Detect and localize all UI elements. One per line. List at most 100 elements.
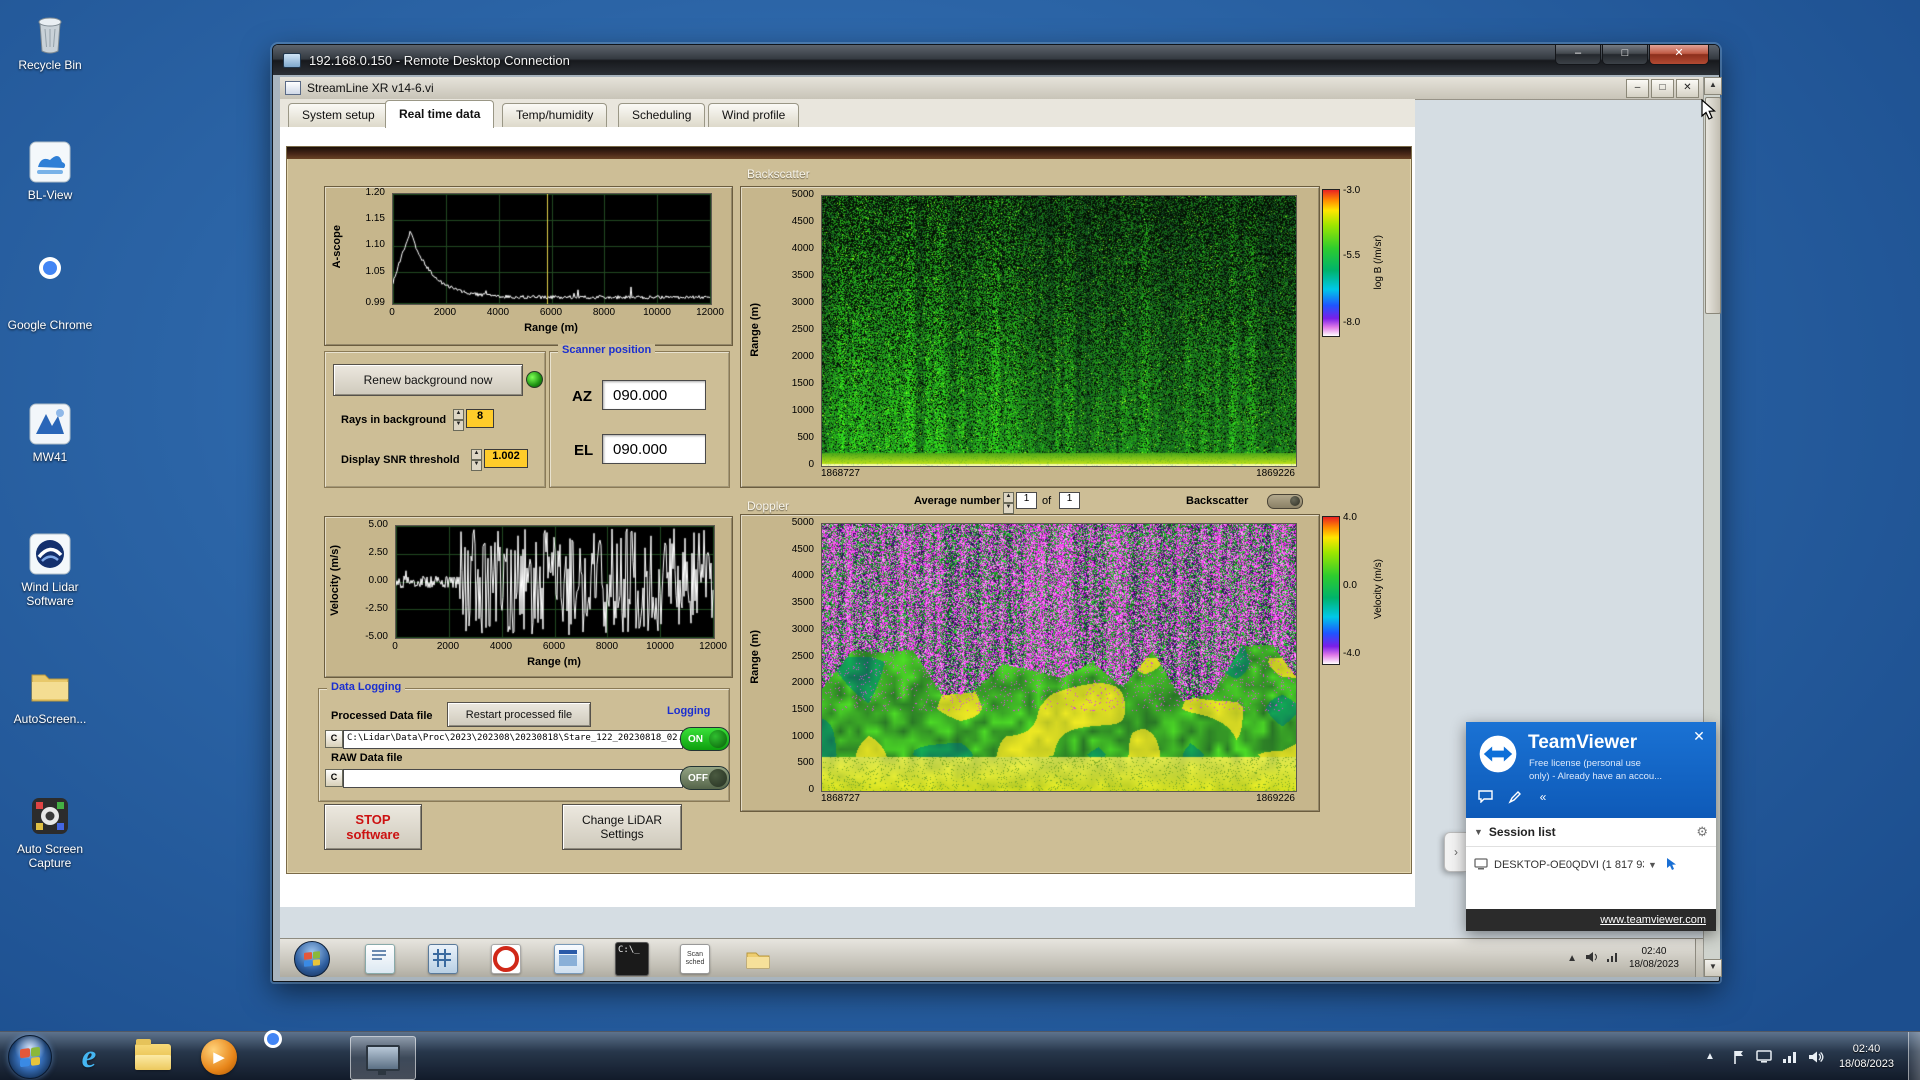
remote-app-grid[interactable] <box>423 942 463 975</box>
snr-threshold-field[interactable]: 1.002 <box>484 449 528 468</box>
drive-icon[interactable]: C <box>325 730 343 748</box>
taskbar-chrome[interactable] <box>268 1036 314 1078</box>
backscatter-toggle-label: Backscatter <box>1186 495 1248 507</box>
stop-software-button[interactable]: STOP software <box>324 804 422 850</box>
collapse-icon[interactable]: « <box>1532 790 1554 804</box>
doppler-section-title: Doppler <box>747 499 789 513</box>
taskbar-file-explorer[interactable] <box>130 1036 176 1078</box>
teamviewer-close-icon[interactable]: ✕ <box>1690 728 1708 745</box>
volume-icon[interactable] <box>1808 1050 1824 1064</box>
tick-label: 2500 <box>792 324 814 335</box>
raw-logging-toggle[interactable]: OFF <box>680 766 730 790</box>
computer-icon <box>1474 858 1488 873</box>
teamviewer-logo-icon <box>1478 734 1518 774</box>
desktop-icon-google-chrome[interactable]: Google Chrome <box>4 268 96 333</box>
tab-system-setup[interactable]: System setup <box>288 103 389 127</box>
snr-threshold-label: Display SNR threshold <box>341 454 460 466</box>
backscatter-colorbar: -3.0 -5.5 -8.0 log B (/m/sr) <box>1322 189 1392 335</box>
background-led <box>526 371 543 388</box>
remote-desktop-icon <box>283 53 301 68</box>
desktop-icon-mw41[interactable]: MW41 <box>4 400 96 465</box>
annotate-icon[interactable] <box>1504 790 1526 807</box>
hidden-icons-caret[interactable]: ▲ <box>1705 1051 1715 1062</box>
session-computer-entry[interactable]: DESKTOP-OE0QDVI (1 817 937 ▼ <box>1466 850 1716 880</box>
maximize-button[interactable]: □ <box>1602 45 1648 65</box>
taskbar-remote-desktop-active[interactable] <box>350 1036 416 1080</box>
volume-icon[interactable] <box>1585 951 1598 966</box>
average-number-field[interactable]: 1 <box>1016 492 1037 509</box>
tick-label: 4500 <box>792 216 814 227</box>
ascope-y-ticks: 1.20 1.15 1.10 1.05 0.99 <box>352 193 388 303</box>
remote-app-power[interactable] <box>486 942 526 975</box>
scroll-up-button[interactable]: ▲ <box>1704 77 1722 95</box>
app-close-button[interactable]: ✕ <box>1676 79 1699 98</box>
network-icon[interactable] <box>1782 1050 1798 1064</box>
remote-show-desktop-button[interactable] <box>1695 939 1703 977</box>
remote-app-notepad[interactable] <box>360 942 400 975</box>
restart-processed-file-button[interactable]: Restart processed file <box>447 702 591 727</box>
app-titlebar[interactable]: StreamLine XR v14-6.vi – □ ✕ <box>280 77 1703 100</box>
raw-path-field[interactable] <box>343 769 683 788</box>
snr-spinner[interactable]: ▲ ▼ <box>471 449 482 471</box>
network-icon[interactable] <box>1606 951 1619 966</box>
desktop-icon-bl-view[interactable]: BL-View <box>4 138 96 203</box>
tick-label: -2.50 <box>365 603 388 614</box>
gear-icon[interactable]: ⚙ <box>1696 824 1708 840</box>
remote-app-terminal[interactable]: C:\_ <box>612 942 652 975</box>
session-list-row[interactable]: ▼ Session list ⚙ <box>1466 818 1716 847</box>
tick-label: 4000 <box>478 307 518 318</box>
teamviewer-website-link[interactable]: www.teamviewer.com <box>1600 914 1706 926</box>
tab-real-time-data[interactable]: Real time data <box>385 100 494 128</box>
desktop-icon-autoscreen[interactable]: AutoScreen... <box>4 662 96 727</box>
remote-connect-cursor-icon[interactable] <box>1665 857 1678 874</box>
taskbar-internet-explorer[interactable]: e <box>66 1036 112 1078</box>
desktop-icon-auto-screen-capture[interactable]: Auto Screen Capture <box>4 792 96 871</box>
desktop-icon-recycle-bin[interactable]: Recycle Bin <box>4 8 96 73</box>
taskbar-clock[interactable]: 02:40 18/08/2023 <box>1839 1042 1894 1072</box>
remote-start-button[interactable] <box>294 941 330 977</box>
rays-in-background-field[interactable]: 8 <box>466 409 494 428</box>
minimize-button[interactable]: – <box>1555 45 1601 65</box>
tick-label: 1.15 <box>366 213 385 224</box>
scroll-down-button[interactable]: ▼ <box>1704 959 1722 977</box>
remote-clock[interactable]: 02:40 18/08/2023 <box>1629 945 1679 971</box>
show-desktop-button[interactable] <box>1908 1032 1920 1080</box>
renew-background-button[interactable]: Renew background now <box>333 364 523 396</box>
tab-scheduling[interactable]: Scheduling <box>618 103 705 127</box>
app-restore-button[interactable]: □ <box>1651 79 1674 98</box>
x-start-label: 1868727 <box>821 468 860 479</box>
display-icon[interactable] <box>1756 1049 1772 1064</box>
velocity-x-axis-label: Range (m) <box>395 656 713 668</box>
drive-icon[interactable]: C <box>325 769 343 787</box>
remote-app-folder[interactable] <box>738 942 778 975</box>
desktop-icon-wind-lidar-software[interactable]: Wind Lidar Software <box>4 530 96 609</box>
teamviewer-collapse-tab[interactable]: › <box>1444 832 1467 872</box>
chat-icon[interactable] <box>1474 790 1496 806</box>
windows-taskbar: e ▶ ▲ 02:40 18/08/2023 <box>0 1031 1920 1080</box>
tab-temp-humidity[interactable]: Temp/humidity <box>502 103 607 127</box>
chevron-down-icon[interactable]: ▼ <box>1648 860 1657 870</box>
processed-path-field[interactable]: C:\Lidar\Data\Proc\2023\202308\20230818\… <box>343 730 683 749</box>
tab-wind-profile[interactable]: Wind profile <box>708 103 799 127</box>
az-field[interactable]: 090.000 <box>602 380 706 410</box>
remote-app-xp-window[interactable] <box>549 942 589 975</box>
ascope-plot <box>392 193 712 305</box>
colorbar-tick: 0.0 <box>1343 580 1357 591</box>
average-total-field[interactable]: 1 <box>1059 492 1080 509</box>
start-button[interactable] <box>8 1035 52 1079</box>
close-button[interactable]: ✕ <box>1649 45 1709 65</box>
taskbar-media-player[interactable]: ▶ <box>196 1036 242 1078</box>
rdp-titlebar[interactable]: 192.168.0.150 - Remote Desktop Connectio… <box>273 45 1719 75</box>
average-spinner[interactable]: ▲ ▼ <box>1003 492 1014 514</box>
app-minimize-button[interactable]: – <box>1626 79 1649 98</box>
backscatter-display-toggle[interactable] <box>1267 494 1303 509</box>
remote-app-scan-sched[interactable]: Scan sched <box>675 942 715 975</box>
rays-spinner[interactable]: ▲ ▼ <box>453 409 464 431</box>
hidden-icons-caret[interactable]: ▲ <box>1567 953 1577 964</box>
el-field[interactable]: 090.000 <box>602 434 706 464</box>
change-lidar-settings-button[interactable]: Change LiDAR Settings <box>562 804 682 850</box>
desktop-icon-label: Wind Lidar Software <box>4 581 96 609</box>
scrollbar-thumb[interactable] <box>1705 97 1721 314</box>
action-center-flag-icon[interactable] <box>1732 1049 1746 1065</box>
processed-logging-toggle[interactable]: ON <box>680 727 730 751</box>
